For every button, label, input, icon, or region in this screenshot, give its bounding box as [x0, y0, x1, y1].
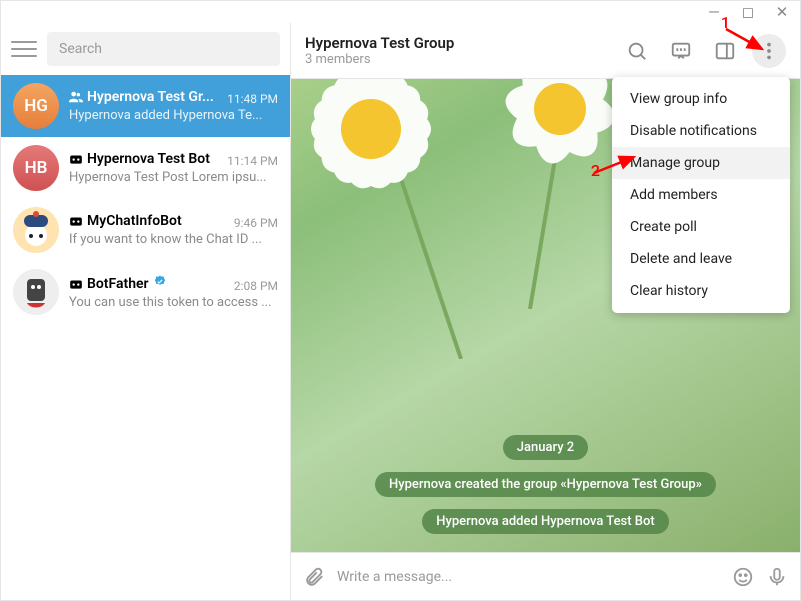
group-icon — [69, 91, 83, 103]
chat-item[interactable]: HB Hypernova Test Bot 11:14 PM Hyperno — [1, 137, 290, 199]
discussion-icon[interactable] — [664, 34, 698, 68]
avatar — [13, 269, 59, 315]
window-titlebar: — ◻ ✕ — [1, 1, 800, 23]
chat-panel: Hypernova Test Group 3 members — [291, 23, 800, 600]
message-composer — [291, 552, 800, 600]
date-badge: January 2 — [503, 435, 588, 460]
avatar — [13, 207, 59, 253]
search-in-chat-icon[interactable] — [620, 34, 654, 68]
menu-disable-notifications[interactable]: Disable notifications — [612, 115, 790, 147]
chat-time: 11:14 PM — [227, 154, 278, 168]
chat-preview: Hypernova Test Post Lorem ipsu... — [69, 170, 278, 185]
chat-time: 9:46 PM — [234, 216, 278, 230]
chat-header: Hypernova Test Group 3 members — [291, 23, 800, 79]
chat-item[interactable]: BotFather 2:08 PM You can use this token… — [1, 261, 290, 323]
chat-title: Hypernova Test Gr... — [69, 89, 214, 105]
chat-header-title: Hypernova Test Group — [305, 34, 610, 52]
avatar: HG — [13, 83, 59, 129]
chat-title: Hypernova Test Bot — [69, 151, 210, 167]
window-minimize-button[interactable]: — — [706, 3, 722, 21]
voice-icon[interactable] — [766, 566, 788, 588]
chat-title: MyChatInfoBot — [69, 213, 182, 229]
service-message: Hypernova created the group «Hypernova T… — [375, 472, 716, 497]
chat-options-menu: View group info Disable notifications Ma… — [612, 77, 790, 313]
chat-time: 2:08 PM — [234, 279, 278, 293]
menu-view-group-info[interactable]: View group info — [612, 83, 790, 115]
chat-title: BotFather — [69, 275, 167, 293]
menu-icon[interactable] — [11, 39, 37, 59]
chat-list: HG Hypernova Test Gr... 11:48 PM Hyper — [1, 75, 290, 600]
chat-preview: You can use this token to access ... — [69, 295, 278, 310]
window-close-button[interactable]: ✕ — [774, 3, 790, 21]
chat-item[interactable]: HG Hypernova Test Gr... 11:48 PM Hyper — [1, 75, 290, 137]
chat-preview: If you want to know the Chat ID ... — [69, 232, 278, 247]
sidebar: HG Hypernova Test Gr... 11:48 PM Hyper — [1, 23, 291, 600]
avatar: HB — [13, 145, 59, 191]
more-options-icon[interactable] — [752, 34, 786, 68]
message-input[interactable] — [337, 569, 720, 585]
bot-icon — [69, 278, 83, 290]
attach-icon[interactable] — [303, 566, 325, 588]
chat-preview: Hypernova added Hypernova Te... — [69, 108, 278, 123]
search-input-wrap[interactable] — [47, 32, 280, 66]
service-message: Hypernova added Hypernova Test Bot — [422, 509, 668, 534]
chat-header-subtitle: 3 members — [305, 52, 610, 67]
side-panel-icon[interactable] — [708, 34, 742, 68]
menu-create-poll[interactable]: Create poll — [612, 211, 790, 243]
menu-clear-history[interactable]: Clear history — [612, 275, 790, 307]
chat-time: 11:48 PM — [227, 92, 278, 106]
menu-manage-group[interactable]: Manage group — [612, 147, 790, 179]
emoji-icon[interactable] — [732, 566, 754, 588]
search-input[interactable] — [59, 41, 268, 57]
menu-add-members[interactable]: Add members — [612, 179, 790, 211]
menu-delete-and-leave[interactable]: Delete and leave — [612, 243, 790, 275]
bot-icon — [69, 215, 83, 227]
bot-icon — [69, 153, 83, 165]
window-maximize-button[interactable]: ◻ — [740, 3, 756, 21]
verified-icon — [153, 275, 167, 293]
chat-item[interactable]: MyChatInfoBot 9:46 PM If you want to kno… — [1, 199, 290, 261]
